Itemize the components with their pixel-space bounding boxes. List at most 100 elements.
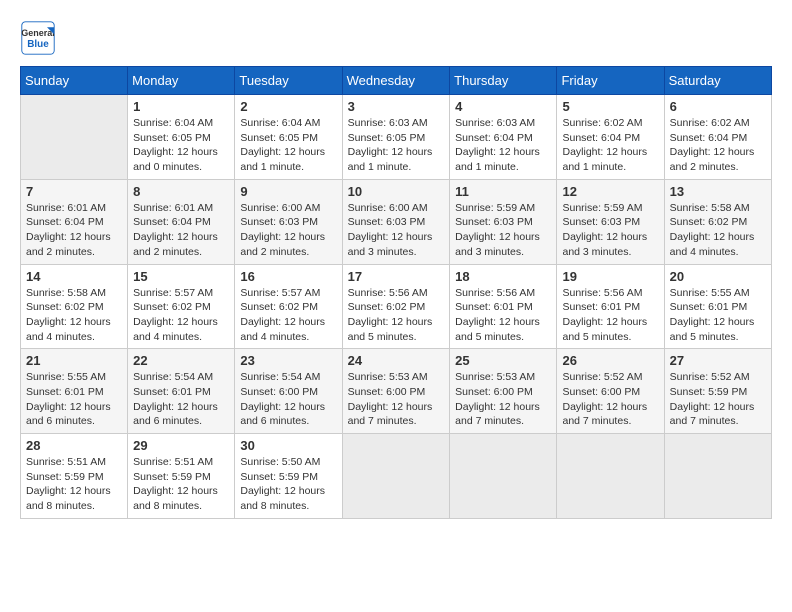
day-number: 16 (240, 269, 336, 284)
calendar-cell (450, 434, 557, 519)
day-info: Sunrise: 5:53 AM Sunset: 6:00 PM Dayligh… (348, 370, 445, 429)
day-number: 27 (670, 353, 766, 368)
day-number: 28 (26, 438, 122, 453)
day-info: Sunrise: 6:04 AM Sunset: 6:05 PM Dayligh… (133, 116, 229, 175)
week-row-1: 1 Sunrise: 6:04 AM Sunset: 6:05 PM Daylig… (21, 95, 772, 180)
day-number: 18 (455, 269, 551, 284)
day-number: 3 (348, 99, 445, 114)
calendar-cell: 1 Sunrise: 6:04 AM Sunset: 6:05 PM Daylig… (128, 95, 235, 180)
week-row-5: 28 Sunrise: 5:51 AM Sunset: 5:59 PM Dayli… (21, 434, 772, 519)
calendar-cell: 17Sunrise: 5:56 AM Sunset: 6:02 PM Dayli… (342, 264, 450, 349)
day-number: 1 (133, 99, 229, 114)
day-info: Sunrise: 5:56 AM Sunset: 6:01 PM Dayligh… (455, 286, 551, 345)
calendar-cell (664, 434, 771, 519)
day-number: 6 (670, 99, 766, 114)
calendar-cell: 18 Sunrise: 5:56 AM Sunset: 6:01 PM Dayli… (450, 264, 557, 349)
calendar-cell: 12Sunrise: 5:59 AM Sunset: 6:03 PM Dayli… (557, 179, 664, 264)
calendar-cell: 16 Sunrise: 5:57 AM Sunset: 6:02 PM Dayli… (235, 264, 342, 349)
day-info: Sunrise: 6:01 AM Sunset: 6:04 PM Dayligh… (26, 201, 122, 260)
day-info: Sunrise: 6:01 AM Sunset: 6:04 PM Dayligh… (133, 201, 229, 260)
day-info: Sunrise: 5:59 AM Sunset: 6:03 PM Dayligh… (562, 201, 658, 260)
day-number: 2 (240, 99, 336, 114)
calendar-cell: 24 Sunrise: 5:53 AM Sunset: 6:00 PM Dayli… (342, 349, 450, 434)
day-info: Sunrise: 5:55 AM Sunset: 6:01 PM Dayligh… (26, 370, 122, 429)
day-number: 11 (455, 184, 551, 199)
day-number: 30 (240, 438, 336, 453)
calendar-cell: 22 Sunrise: 5:54 AM Sunset: 6:01 PM Dayli… (128, 349, 235, 434)
calendar-cell: 4 Sunrise: 6:03 AM Sunset: 6:04 PM Daylig… (450, 95, 557, 180)
day-info: Sunrise: 6:04 AM Sunset: 6:05 PM Dayligh… (240, 116, 336, 175)
day-number: 26 (562, 353, 658, 368)
day-info: Sunrise: 6:03 AM Sunset: 6:04 PM Dayligh… (455, 116, 551, 175)
day-number: 21 (26, 353, 122, 368)
calendar-cell: 7 Sunrise: 6:01 AM Sunset: 6:04 PM Daylig… (21, 179, 128, 264)
day-info: Sunrise: 5:51 AM Sunset: 5:59 PM Dayligh… (133, 455, 229, 514)
day-number: 14 (26, 269, 122, 284)
col-header-sunday: Sunday (21, 67, 128, 95)
day-info: Sunrise: 5:54 AM Sunset: 6:00 PM Dayligh… (240, 370, 336, 429)
day-number: 7 (26, 184, 122, 199)
day-number: 15 (133, 269, 229, 284)
col-header-saturday: Saturday (664, 67, 771, 95)
calendar-cell: 25 Sunrise: 5:53 AM Sunset: 6:00 PM Dayli… (450, 349, 557, 434)
day-info: Sunrise: 5:57 AM Sunset: 6:02 PM Dayligh… (133, 286, 229, 345)
day-number: 4 (455, 99, 551, 114)
calendar-cell: 9 Sunrise: 6:00 AM Sunset: 6:03 PM Daylig… (235, 179, 342, 264)
calendar-cell: 26 Sunrise: 5:52 AM Sunset: 6:00 PM Dayli… (557, 349, 664, 434)
day-number: 20 (670, 269, 766, 284)
week-row-2: 7 Sunrise: 6:01 AM Sunset: 6:04 PM Daylig… (21, 179, 772, 264)
calendar-cell: 13 Sunrise: 5:58 AM Sunset: 6:02 PM Dayli… (664, 179, 771, 264)
day-number: 25 (455, 353, 551, 368)
calendar-cell: 6 Sunrise: 6:02 AM Sunset: 6:04 PM Daylig… (664, 95, 771, 180)
day-info: Sunrise: 5:54 AM Sunset: 6:01 PM Dayligh… (133, 370, 229, 429)
page-header: General Blue (20, 20, 772, 56)
day-info: Sunrise: 6:03 AM Sunset: 6:05 PM Dayligh… (348, 116, 445, 175)
calendar-cell: 21 Sunrise: 5:55 AM Sunset: 6:01 PM Dayli… (21, 349, 128, 434)
calendar-cell: 29 Sunrise: 5:51 AM Sunset: 5:59 PM Dayli… (128, 434, 235, 519)
day-number: 9 (240, 184, 336, 199)
day-info: Sunrise: 5:57 AM Sunset: 6:02 PM Dayligh… (240, 286, 336, 345)
calendar-cell: 30 Sunrise: 5:50 AM Sunset: 5:59 PM Dayli… (235, 434, 342, 519)
day-info: Sunrise: 5:53 AM Sunset: 6:00 PM Dayligh… (455, 370, 551, 429)
calendar-cell: 2 Sunrise: 6:04 AM Sunset: 6:05 PM Daylig… (235, 95, 342, 180)
calendar-cell: 27 Sunrise: 5:52 AM Sunset: 5:59 PM Dayli… (664, 349, 771, 434)
day-info: Sunrise: 5:59 AM Sunset: 6:03 PM Dayligh… (455, 201, 551, 260)
calendar-cell: 11 Sunrise: 5:59 AM Sunset: 6:03 PM Dayli… (450, 179, 557, 264)
calendar-cell: 14 Sunrise: 5:58 AM Sunset: 6:02 PM Dayli… (21, 264, 128, 349)
day-number: 19 (562, 269, 658, 284)
day-info: Sunrise: 6:02 AM Sunset: 6:04 PM Dayligh… (562, 116, 658, 175)
week-row-3: 14 Sunrise: 5:58 AM Sunset: 6:02 PM Dayli… (21, 264, 772, 349)
col-header-monday: Monday (128, 67, 235, 95)
day-info: Sunrise: 5:52 AM Sunset: 6:00 PM Dayligh… (562, 370, 658, 429)
day-info: Sunrise: 5:56 AM Sunset: 6:01 PM Dayligh… (562, 286, 658, 345)
day-info: Sunrise: 5:55 AM Sunset: 6:01 PM Dayligh… (670, 286, 766, 345)
day-info: Sunrise: 6:02 AM Sunset: 6:04 PM Dayligh… (670, 116, 766, 175)
calendar-table: SundayMondayTuesdayWednesdayThursdayFrid… (20, 66, 772, 519)
week-row-4: 21 Sunrise: 5:55 AM Sunset: 6:01 PM Dayli… (21, 349, 772, 434)
day-number: 24 (348, 353, 445, 368)
day-number: 22 (133, 353, 229, 368)
calendar-cell: 3 Sunrise: 6:03 AM Sunset: 6:05 PM Daylig… (342, 95, 450, 180)
day-number: 13 (670, 184, 766, 199)
svg-text:Blue: Blue (27, 39, 49, 50)
calendar-cell: 5 Sunrise: 6:02 AM Sunset: 6:04 PM Daylig… (557, 95, 664, 180)
col-header-wednesday: Wednesday (342, 67, 450, 95)
logo-icon: General Blue (20, 20, 56, 56)
col-header-friday: Friday (557, 67, 664, 95)
day-info: Sunrise: 5:58 AM Sunset: 6:02 PM Dayligh… (26, 286, 122, 345)
calendar-cell (342, 434, 450, 519)
day-info: Sunrise: 5:52 AM Sunset: 5:59 PM Dayligh… (670, 370, 766, 429)
day-number: 23 (240, 353, 336, 368)
calendar-cell: 23 Sunrise: 5:54 AM Sunset: 6:00 PM Dayli… (235, 349, 342, 434)
col-header-tuesday: Tuesday (235, 67, 342, 95)
day-info: Sunrise: 5:58 AM Sunset: 6:02 PM Dayligh… (670, 201, 766, 260)
day-number: 5 (562, 99, 658, 114)
day-number: 10 (348, 184, 445, 199)
day-info: Sunrise: 6:00 AM Sunset: 6:03 PM Dayligh… (240, 201, 336, 260)
calendar-cell (21, 95, 128, 180)
day-number: 29 (133, 438, 229, 453)
day-info: Sunrise: 5:51 AM Sunset: 5:59 PM Dayligh… (26, 455, 122, 514)
calendar-cell: 15 Sunrise: 5:57 AM Sunset: 6:02 PM Dayli… (128, 264, 235, 349)
day-number: 17 (348, 269, 445, 284)
day-info: Sunrise: 5:50 AM Sunset: 5:59 PM Dayligh… (240, 455, 336, 514)
